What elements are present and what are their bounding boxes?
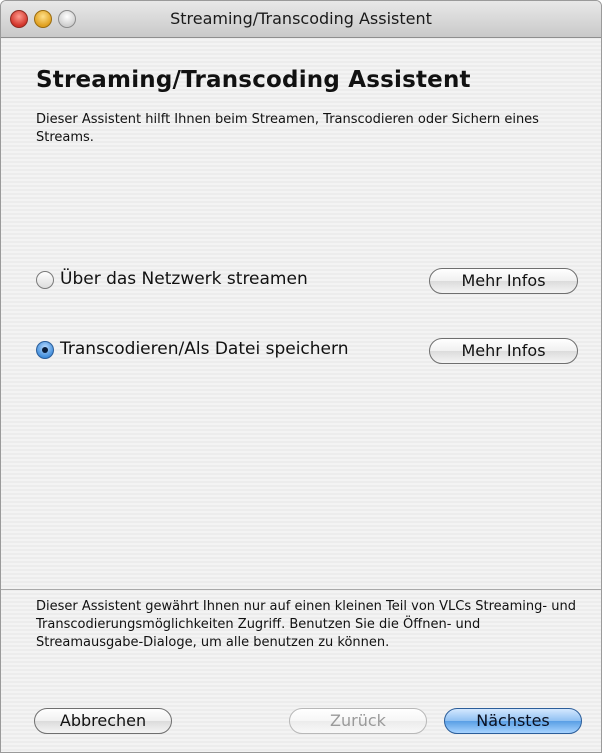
intro-text: Dieser Assistent hilft Ihnen beim Stream… bbox=[36, 112, 539, 145]
back-button[interactable]: Zurück bbox=[289, 708, 427, 734]
divider bbox=[1, 589, 601, 590]
network-stream-radio[interactable] bbox=[36, 271, 54, 289]
network-stream-label[interactable]: Über das Netzwerk streamen bbox=[60, 269, 308, 289]
transcode-save-radio[interactable] bbox=[36, 341, 54, 359]
option-transcode-save: Transcodieren/Als Datei speichern Mehr I… bbox=[36, 336, 581, 366]
window-title: Streaming/Transcoding Assistent bbox=[170, 9, 432, 28]
title-bar[interactable]: Streaming/Transcoding Assistent bbox=[1, 1, 601, 38]
radio-selected-dot bbox=[42, 347, 48, 353]
option-network-stream: Über das Netzwerk streamen Mehr Infos bbox=[36, 266, 581, 296]
next-button[interactable]: Nächstes bbox=[444, 708, 582, 734]
cancel-button[interactable]: Abbrechen bbox=[34, 708, 172, 734]
transcode-save-info-button[interactable]: Mehr Infos bbox=[429, 338, 578, 364]
assistant-window: Streaming/Transcoding Assistent Streamin… bbox=[0, 0, 602, 753]
transcode-save-label[interactable]: Transcodieren/Als Datei speichern bbox=[60, 339, 348, 359]
footer-note: Dieser Assistent gewährt Ihnen nur auf e… bbox=[36, 599, 576, 650]
page-title: Streaming/Transcoding Assistent bbox=[36, 67, 471, 93]
network-stream-info-button[interactable]: Mehr Infos bbox=[429, 268, 578, 294]
